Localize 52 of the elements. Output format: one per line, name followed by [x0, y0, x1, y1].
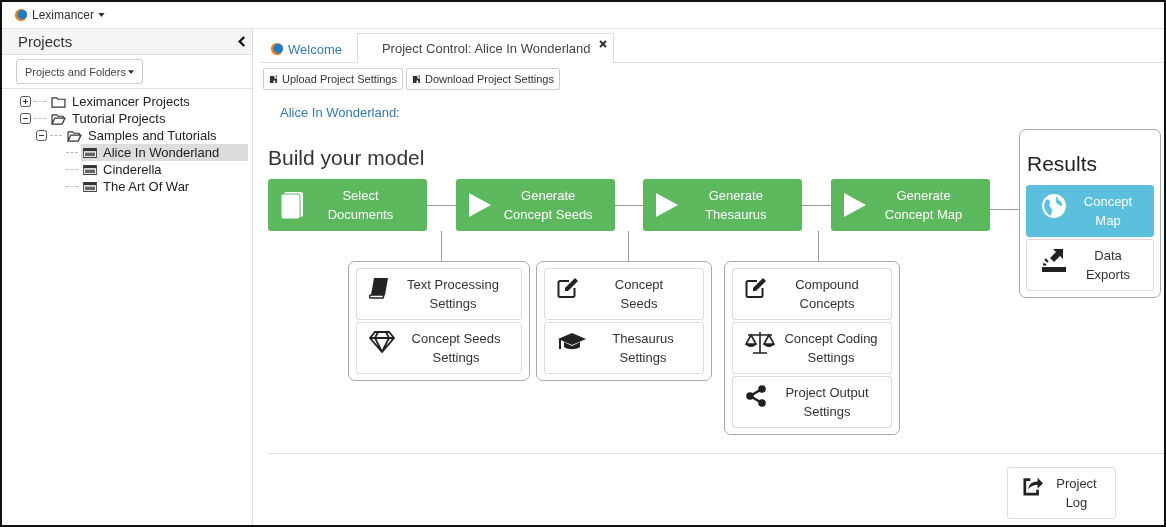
expand-toggle-icon[interactable]: [20, 113, 31, 124]
view-dropdown[interactable]: Projects and Folders: [16, 59, 143, 84]
tree-item[interactable]: Alice In Wonderland: [81, 144, 248, 161]
result-button[interactable]: Data Exports: [1026, 239, 1154, 291]
section-heading: Build your model: [268, 145, 426, 171]
settings-button[interactable]: Concept Seeds Settings: [356, 322, 522, 374]
tree-item[interactable]: The Art Of War: [81, 178, 248, 195]
settings-button[interactable]: Project Output Settings: [732, 376, 892, 428]
caret-icon: [98, 13, 106, 17]
diamond-icon: [369, 331, 395, 353]
play-icon: [655, 192, 680, 218]
expand-toggle-icon[interactable]: [36, 130, 47, 141]
settings-button[interactable]: Thesaurus Settings: [544, 322, 704, 374]
logo-icon: [270, 42, 284, 56]
collapse-icon[interactable]: [237, 36, 246, 47]
tab[interactable]: Welcome: [263, 34, 351, 63]
book-icon: [369, 277, 389, 299]
settings-button[interactable]: Compound Concepts: [732, 268, 892, 320]
toolbar-button[interactable]: Download Project Settings: [405, 68, 560, 90]
sidebar-title: Projects: [18, 33, 73, 50]
edit-icon: [557, 277, 579, 299]
balance-scale-icon: [745, 331, 775, 355]
edit-icon: [745, 277, 767, 299]
settings-button[interactable]: Concept Coding Settings: [732, 322, 892, 374]
tree-item[interactable]: Samples and Tutorials: [65, 127, 248, 144]
table-icon: [83, 164, 97, 175]
play-icon: [467, 192, 492, 218]
tree-item[interactable]: Cinderella: [81, 161, 248, 178]
section-heading: Results: [1027, 151, 1099, 177]
tab[interactable]: Project Control: Alice In Wonderland: [356, 33, 614, 63]
app-menu[interactable]: Leximancer: [14, 8, 106, 22]
project-link[interactable]: Alice In Wonderland:: [280, 105, 400, 120]
share-arrow-icon: [1022, 476, 1044, 496]
project-log-button[interactable]: Project Log: [1007, 467, 1116, 519]
toolbar-button[interactable]: Upload Project Settings: [263, 68, 403, 90]
logo-icon: [14, 8, 28, 22]
play-icon: [843, 192, 867, 218]
flag-icon: [269, 74, 278, 84]
export-icon: [1041, 247, 1067, 273]
table-icon: [83, 181, 97, 192]
tree-item[interactable]: Tutorial Projects: [49, 110, 248, 127]
globe-icon: [1041, 193, 1067, 219]
table-icon: [83, 147, 97, 158]
settings-button[interactable]: Concept Seeds: [544, 268, 704, 320]
settings-button[interactable]: Text Processing Settings: [356, 268, 522, 320]
close-icon[interactable]: [598, 40, 607, 48]
share-icon: [745, 385, 767, 407]
flag-icon: [411, 74, 421, 84]
expand-toggle-icon[interactable]: [20, 96, 31, 107]
document-icon: [280, 191, 304, 219]
caret-icon: [127, 69, 134, 74]
tree-item[interactable]: Leximancer Projects: [49, 93, 248, 110]
